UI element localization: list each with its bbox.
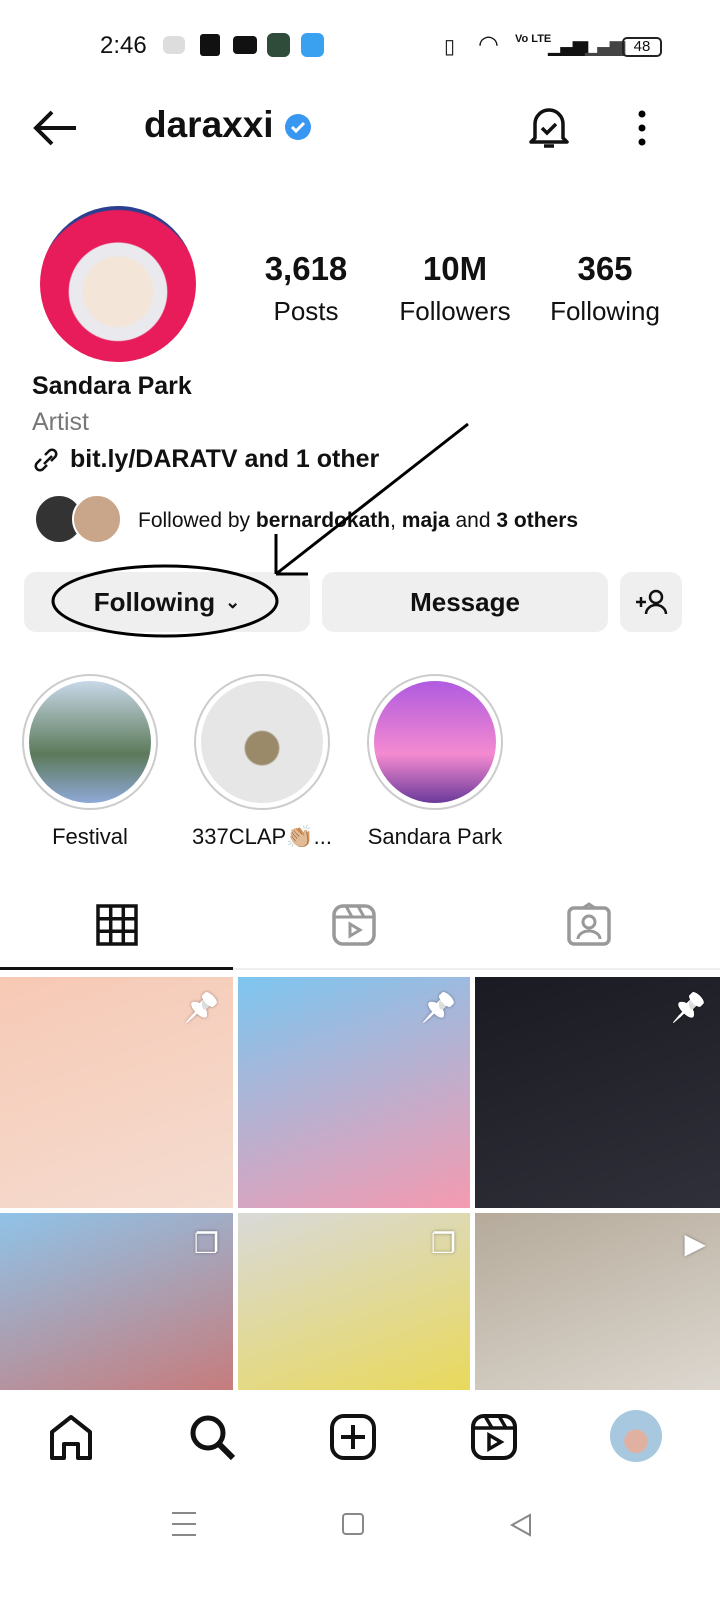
home-icon[interactable]	[46, 1412, 96, 1462]
wifi-icon: ◠	[478, 31, 499, 58]
clock: 2:46	[100, 32, 147, 59]
followers-stat[interactable]: 10M Followers	[380, 250, 530, 327]
username-title: daraxxi	[144, 104, 274, 145]
mutual-others: 3 others	[496, 509, 579, 532]
more-options-icon[interactable]	[634, 108, 650, 148]
following-stat[interactable]: 365 Following	[530, 250, 680, 327]
followers-count: 10M	[422, 250, 488, 287]
pin-icon: 📌	[671, 992, 706, 1023]
highlight-label: Festival	[52, 824, 128, 849]
separator: ,	[390, 509, 402, 532]
following-label: Following	[550, 296, 660, 326]
mutual-user-2: maja	[401, 509, 450, 532]
category-label: Artist	[32, 408, 89, 436]
carousel-icon: ❐	[430, 1228, 456, 1259]
vibrate-icon: ▯	[444, 36, 456, 58]
posts-label: Posts	[273, 296, 339, 326]
suggest-users-button[interactable]	[620, 572, 682, 632]
post-tile[interactable]: 📌	[238, 977, 470, 1208]
pin-icon: 📌	[421, 992, 456, 1023]
signal-icon: ▁▃▅	[548, 34, 588, 56]
active-tab-indicator	[0, 967, 233, 970]
search-icon[interactable]	[187, 1412, 237, 1462]
reels-tab-icon[interactable]	[332, 904, 376, 946]
notification-bell-icon[interactable]	[527, 104, 571, 150]
message-button[interactable]: Message	[322, 572, 608, 632]
create-post-icon[interactable]	[328, 1412, 378, 1462]
post-tile[interactable]: ❐	[238, 1213, 470, 1393]
battery-icon: 48	[622, 37, 662, 57]
highlight-festival[interactable]: Festival	[20, 674, 160, 850]
home-system-icon[interactable]	[342, 1513, 364, 1535]
app-icon	[267, 33, 290, 57]
post-tile[interactable]: 📌	[0, 977, 233, 1208]
reels-nav-icon[interactable]	[469, 1412, 519, 1462]
mutual-user-1: bernardokath	[255, 509, 391, 532]
game-icon	[163, 36, 185, 54]
display-name: Sandara Park	[32, 372, 192, 400]
shopee-icon	[200, 34, 220, 56]
add-person-icon	[636, 589, 668, 615]
followed-by-prefix: Followed by	[138, 509, 256, 532]
followers-label: Followers	[399, 296, 511, 326]
volte-icon: Vo LTE	[515, 33, 552, 45]
carousel-icon: ❐	[193, 1228, 219, 1259]
recents-menu-icon[interactable]	[172, 1512, 196, 1536]
link-icon	[34, 448, 58, 472]
chevron-down-icon: ⌄	[225, 591, 241, 612]
highlight-sandara-park[interactable]: Sandara Park	[365, 674, 505, 850]
grid-tab-icon[interactable]	[96, 904, 138, 946]
tagged-tab-icon[interactable]	[567, 902, 611, 946]
youtube-icon	[233, 36, 257, 54]
following-count: 365	[577, 250, 633, 287]
back-system-icon[interactable]	[508, 1512, 534, 1538]
profile-nav-avatar[interactable]	[610, 1410, 662, 1462]
and-text: and	[449, 509, 497, 532]
back-arrow-icon[interactable]	[30, 108, 80, 148]
mutual-avatar-2	[72, 494, 122, 544]
reel-icon: ▶	[684, 1228, 706, 1259]
bio-link[interactable]: bit.ly/DARATV and 1 other	[70, 445, 379, 474]
highlight-337clap[interactable]: 337CLAP👏🏼...	[192, 674, 332, 850]
signal-2-icon: ▁▃▅	[585, 34, 625, 56]
message-button-label: Message	[410, 586, 520, 617]
following-button[interactable]: Following ⌄	[24, 572, 310, 632]
highlight-label: Sandara Park	[367, 824, 503, 849]
posts-stat[interactable]: 3,618 Posts	[231, 250, 381, 327]
highlight-label: 337CLAP👏🏼...	[192, 824, 332, 849]
status-bar: 2:46 ▯ ◠ Vo LTE ▁▃▅ ▁▃▅ 48	[0, 28, 720, 68]
profile-avatar[interactable]	[40, 206, 196, 362]
bilibili-icon	[301, 33, 324, 57]
followed-by-text[interactable]: Followed by bernardokath, maja and 3 oth…	[138, 509, 578, 533]
pin-icon: 📌	[184, 992, 219, 1023]
post-tile[interactable]: 📌	[475, 977, 720, 1208]
verified-badge-icon	[285, 114, 311, 140]
post-tile[interactable]: ❐	[0, 1213, 233, 1393]
posts-count: 3,618	[264, 250, 348, 287]
post-tile[interactable]: ▶	[475, 1213, 720, 1393]
following-button-label: Following	[93, 586, 216, 617]
